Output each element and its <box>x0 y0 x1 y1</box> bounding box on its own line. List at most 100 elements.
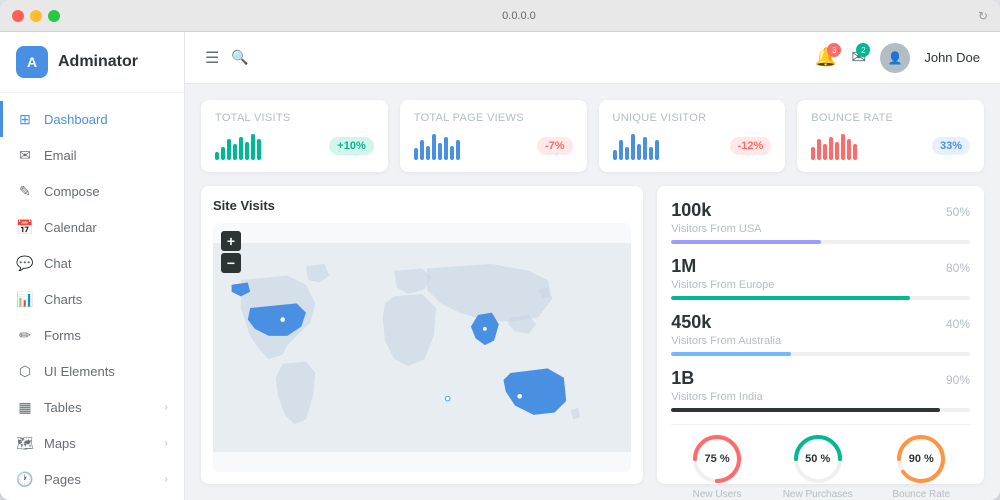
circle-label-1: New Purchases <box>783 489 853 500</box>
arrow-icon: › <box>165 402 168 413</box>
bar-7 <box>456 140 460 160</box>
bar-0 <box>613 150 617 160</box>
region-item-2: 450k 40% Visitors From Australia <box>671 312 970 356</box>
avatar: 👤 <box>880 43 910 73</box>
refresh-icon[interactable]: ↻ <box>978 9 988 23</box>
stat-badge-3: 33% <box>932 137 970 155</box>
stat-card-0: Total Visits +10% <box>201 100 388 172</box>
nav-label-calendar: Calendar <box>44 220 168 235</box>
bar-2 <box>426 146 430 160</box>
maximize-button[interactable] <box>48 10 60 22</box>
sidebar-item-calendar[interactable]: 📅 Calendar <box>0 209 184 245</box>
minimize-button[interactable] <box>30 10 42 22</box>
dashboard-icon: ⊞ <box>16 110 34 128</box>
nav-label-maps: Maps <box>44 436 155 451</box>
region-label-1: Visitors From Europe <box>671 279 970 291</box>
bar-1 <box>817 139 821 160</box>
nav-label-pages: Pages <box>44 472 155 487</box>
topnav-right: 🔔 3 ✉ 2 👤 John Doe <box>815 43 980 73</box>
bar-0 <box>215 152 219 160</box>
bar-7 <box>257 139 261 160</box>
sidebar: A Adminator ⊞ Dashboard ✉ Email ✎ Compos… <box>0 32 185 500</box>
progress-bar-0 <box>671 240 970 244</box>
circle-item-1: 50 % New Purchases <box>783 433 853 500</box>
nav-label-tables: Tables <box>44 400 155 415</box>
chat-icon: 💬 <box>16 254 34 272</box>
bar-7 <box>853 144 857 160</box>
region-header-1: 1M 80% <box>671 256 970 277</box>
sidebar-item-forms[interactable]: ✏ Forms <box>0 317 184 353</box>
stat-bars-2 <box>613 132 659 160</box>
sidebar-item-maps[interactable]: 🗺 Maps › <box>0 425 184 461</box>
logo: A Adminator <box>0 32 184 93</box>
region-header-2: 450k 40% <box>671 312 970 333</box>
bar-5 <box>444 137 448 160</box>
stat-title-2: Unique Visitor <box>613 112 772 124</box>
circle-text-2: 90 % <box>909 453 934 465</box>
bar-3 <box>631 134 635 160</box>
zoom-in-button[interactable]: + <box>221 231 241 251</box>
bell-badge: 3 <box>827 43 841 57</box>
bar-3 <box>432 134 436 160</box>
stat-bars-0 <box>215 132 261 160</box>
region-pct-3: 90% <box>946 373 970 387</box>
bar-2 <box>227 139 231 160</box>
bar-6 <box>847 139 851 160</box>
sidebar-item-email[interactable]: ✉ Email <box>0 137 184 173</box>
app-window: 0.0.0.0 ↻ A Adminator ⊞ Dashboard ✉ Emai… <box>0 0 1000 500</box>
sidebar-item-compose[interactable]: ✎ Compose <box>0 173 184 209</box>
map-container: + − <box>213 223 631 472</box>
bar-5 <box>643 137 647 160</box>
notification-mail[interactable]: ✉ 2 <box>851 47 866 68</box>
circle-chart-1: 50 % <box>792 433 844 485</box>
region-value-3: 1B <box>671 368 694 389</box>
stat-body-1: -7% <box>414 132 573 160</box>
bar-6 <box>251 134 255 160</box>
user-name: John Doe <box>924 50 980 65</box>
notification-bell[interactable]: 🔔 3 <box>815 47 837 68</box>
pages-icon: 🕐 <box>16 470 34 488</box>
hamburger-icon[interactable]: ☰ <box>205 48 219 68</box>
region-header-0: 100k 50% <box>671 200 970 221</box>
map-section: Site Visits + − <box>201 186 643 484</box>
logo-text: Adminator <box>58 53 138 71</box>
app-layout: A Adminator ⊞ Dashboard ✉ Email ✎ Compos… <box>0 32 1000 500</box>
circle-item-0: 75 % New Users <box>691 433 743 500</box>
sidebar-item-charts[interactable]: 📊 Charts <box>0 281 184 317</box>
sidebar-item-dashboard[interactable]: ⊞ Dashboard <box>0 101 184 137</box>
bar-4 <box>239 137 243 160</box>
progress-bar-2 <box>671 352 970 356</box>
search-icon[interactable]: 🔍 <box>231 49 248 66</box>
progress-bar-3 <box>671 408 970 412</box>
stat-card-3: Bounce Rate 33% <box>797 100 984 172</box>
nav-label-forms: Forms <box>44 328 168 343</box>
calendar-icon: 📅 <box>16 218 34 236</box>
circle-item-2: 90 % Bounce Rate <box>892 433 950 500</box>
bar-5 <box>245 142 249 160</box>
progress-bar-1 <box>671 296 970 300</box>
stat-card-2: Unique Visitor -12% <box>599 100 786 172</box>
bar-5 <box>841 134 845 160</box>
bar-1 <box>420 140 424 160</box>
forms-icon: ✏ <box>16 326 34 344</box>
region-label-0: Visitors From USA <box>671 223 970 235</box>
stat-badge-0: +10% <box>329 137 373 155</box>
circle-chart-2: 90 % <box>895 433 947 485</box>
zoom-out-button[interactable]: − <box>221 253 241 273</box>
arrow-icon: › <box>165 474 168 485</box>
tables-icon: ▦ <box>16 398 34 416</box>
email-icon: ✉ <box>16 146 34 164</box>
region-header-3: 1B 90% <box>671 368 970 389</box>
stat-title-0: Total Visits <box>215 112 374 124</box>
region-label-3: Visitors From India <box>671 391 970 403</box>
sidebar-item-ui-elements[interactable]: ⬡ UI Elements <box>0 353 184 389</box>
sidebar-item-tables[interactable]: ▦ Tables › <box>0 389 184 425</box>
maps-icon: 🗺 <box>16 434 34 452</box>
ui-elements-icon: ⬡ <box>16 362 34 380</box>
close-button[interactable] <box>12 10 24 22</box>
sidebar-item-chat[interactable]: 💬 Chat <box>0 245 184 281</box>
sidebar-item-pages[interactable]: 🕐 Pages › <box>0 461 184 497</box>
stat-bars-1 <box>414 132 460 160</box>
main-area: ☰ 🔍 🔔 3 ✉ 2 👤 John Doe <box>185 32 1000 500</box>
region-pct-0: 50% <box>946 205 970 219</box>
